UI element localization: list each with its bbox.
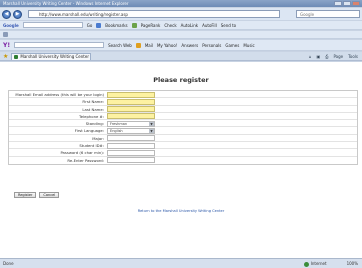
bookmark-icon (96, 22, 102, 28)
form-row-reenter-password: Re-Enter Password: (9, 157, 357, 164)
tools-menu[interactable]: Tools (348, 54, 358, 59)
yahoo-logo: Y! (3, 41, 11, 49)
close-button[interactable] (352, 1, 360, 6)
status-text: Done (3, 261, 14, 266)
reenter-password-label: Re-Enter Password: (67, 157, 104, 163)
toolbar-options-icon[interactable] (3, 32, 8, 37)
first-language-select[interactable]: English ▼ (107, 127, 155, 134)
back-arrow-icon: ◀ (4, 11, 9, 17)
google-go-button[interactable]: Go (87, 23, 93, 28)
tab-row: ★ Marshall University Writing Center ⌂ ▣… (0, 52, 362, 61)
page-title: Please register (153, 76, 209, 84)
student-id-field[interactable] (107, 142, 155, 149)
zoom-level[interactable]: 100% (347, 261, 358, 266)
page-menu[interactable]: Page (333, 54, 343, 59)
first-name-field[interactable] (107, 98, 155, 105)
zone-indicator: Internet (303, 261, 327, 267)
standing-select[interactable]: Freshman ▼ (107, 120, 155, 127)
registration-form: Marshall Email address (this will be you… (8, 90, 358, 165)
password-label: Password (6 char min): (60, 150, 104, 156)
feeds-icon[interactable]: ▣ (316, 54, 320, 59)
form-row-password: Password (6 char min): (9, 149, 357, 157)
command-bar: ⌂ ▣ ⎙ Page Tools (309, 54, 358, 59)
google-toolbar: Google Go Bookmarks PageRank Check AutoL… (0, 21, 362, 30)
last-name-label: Last Name: (82, 106, 104, 112)
yahoo-search-input[interactable] (14, 42, 105, 48)
cancel-button[interactable]: Cancel (39, 192, 60, 198)
yahoo-toolbar-item-5[interactable]: Music (243, 43, 254, 48)
yahoo-toolbar-item-4[interactable]: Games (225, 43, 239, 48)
google-toolbar-logo: Google (3, 22, 19, 28)
pagerank-icon (131, 22, 137, 28)
form-row-student-id: Student ID#: (9, 142, 357, 150)
yahoo-toolbar: Y! Search Web Mail My Yahoo! Answers Per… (0, 40, 362, 51)
minimize-button[interactable] (334, 1, 342, 6)
print-icon[interactable]: ⎙ (325, 54, 328, 59)
first-name-label: First Name: (82, 99, 104, 105)
last-name-field[interactable] (107, 106, 155, 113)
yahoo-toolbar-item-3[interactable]: Personals (202, 43, 221, 48)
form-row-standing: Standing: Freshman ▼ (9, 120, 357, 128)
globe-icon (303, 261, 309, 267)
chevron-down-icon: ▼ (149, 128, 154, 134)
address-bar: ◀ ▶ http://www.marshall.edu/writing/regi… (0, 8, 362, 20)
register-button[interactable]: Register (14, 192, 37, 198)
yahoo-search-web-button[interactable]: Search Web (108, 43, 132, 48)
yahoo-toolbar-item-0[interactable]: Mail (145, 43, 153, 48)
favorites-star-icon[interactable]: ★ (3, 53, 8, 60)
form-row-last-name: Last Name: (9, 106, 357, 113)
forward-arrow-icon: ▶ (15, 11, 20, 17)
google-toolbar-item-2[interactable]: Check (164, 23, 176, 28)
browser-search-input[interactable]: Google (296, 10, 360, 18)
google-search-input[interactable] (22, 22, 83, 28)
student-id-label: Student ID#: (79, 143, 104, 149)
home-icon[interactable]: ⌂ (309, 54, 312, 59)
extra-toolbar (0, 31, 362, 39)
forward-button[interactable]: ▶ (13, 9, 22, 19)
major-field[interactable] (107, 135, 155, 142)
url-input[interactable]: http://www.marshall.edu/writing/register… (28, 10, 280, 18)
form-row-first-name: First Name: (9, 98, 357, 106)
reenter-password-field[interactable] (107, 157, 155, 164)
status-bar: Done Internet 100% (0, 258, 362, 268)
window-titlebar: Marshall University Writing Center - Win… (0, 0, 362, 7)
google-toolbar-item-4[interactable]: AutoFill (202, 23, 217, 28)
major-label: Major: (92, 135, 104, 141)
google-toolbar-item-0[interactable]: Bookmarks (105, 23, 127, 28)
email-field[interactable] (107, 91, 155, 98)
maximize-button[interactable] (343, 1, 351, 6)
password-field[interactable] (107, 149, 155, 156)
mail-icon (135, 42, 141, 48)
page-content: Please register Marshall Email address (… (0, 62, 362, 258)
form-row-major: Major: (9, 135, 357, 143)
telephone-field[interactable] (107, 113, 155, 120)
return-link[interactable]: Return to the Marshall University Writin… (0, 209, 362, 213)
status-right: Internet 100% (303, 261, 358, 267)
google-toolbar-item-3[interactable]: AutoLink (181, 23, 198, 28)
google-toolbar-item-5[interactable]: Send to (221, 23, 236, 28)
form-buttons: Register Cancel (14, 192, 60, 198)
window-controls (334, 1, 360, 6)
first-language-label: First Language: (74, 128, 104, 134)
standing-label: Standing: (85, 121, 104, 127)
telephone-label: Telephone #: (79, 113, 104, 119)
site-favicon-icon (14, 54, 19, 59)
form-row-email: Marshall Email address (this will be you… (9, 91, 357, 99)
google-toolbar-item-1[interactable]: PageRank (141, 23, 161, 28)
chevron-down-icon: ▼ (149, 121, 154, 127)
yahoo-toolbar-item-1[interactable]: My Yahoo! (157, 43, 177, 48)
form-row-first-language: First Language: English ▼ (9, 127, 357, 135)
tab-marshall-writing-center[interactable]: Marshall University Writing Center (11, 52, 92, 60)
email-label: Marshall Email address (this will be you… (15, 92, 104, 97)
yahoo-toolbar-item-2[interactable]: Answers (181, 43, 198, 48)
back-button[interactable]: ◀ (2, 9, 11, 19)
window-title: Marshall University Writing Center - Win… (3, 1, 129, 6)
form-row-telephone: Telephone #: (9, 113, 357, 121)
